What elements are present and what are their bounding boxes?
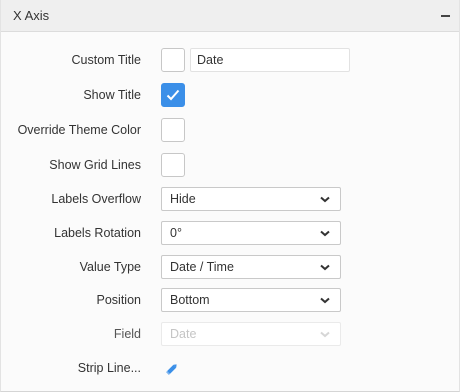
pencil-icon[interactable] xyxy=(165,362,179,376)
show-grid-lines-checkbox[interactable] xyxy=(161,153,185,177)
show-title-checkbox[interactable] xyxy=(161,83,185,107)
override-theme-color-checkbox[interactable] xyxy=(161,118,185,142)
checkmark-icon xyxy=(166,89,180,101)
chevron-down-icon xyxy=(320,196,330,203)
field-value: Date xyxy=(170,327,197,341)
custom-title-row: Custom Title Date xyxy=(1,48,459,72)
chevron-down-icon xyxy=(320,230,330,237)
minus-icon[interactable] xyxy=(441,15,450,17)
labels-rotation-select[interactable]: 0° xyxy=(161,221,341,245)
value-type-label: Value Type xyxy=(79,260,141,274)
labels-rotation-label: Labels Rotation xyxy=(54,226,141,240)
labels-overflow-value: Hide xyxy=(170,192,196,206)
position-label: Position xyxy=(96,293,141,307)
custom-title-checkbox[interactable] xyxy=(161,48,185,72)
position-value: Bottom xyxy=(170,293,210,307)
field-select: Date xyxy=(161,322,341,346)
labels-overflow-row: Labels Overflow Hide xyxy=(1,187,459,211)
strip-line-row: Strip Line... xyxy=(1,358,459,378)
field-row: Field Date xyxy=(1,322,459,346)
show-grid-lines-label: Show Grid Lines xyxy=(49,158,141,172)
labels-overflow-label: Labels Overflow xyxy=(51,192,141,206)
panel-title: X Axis xyxy=(13,8,50,23)
chevron-down-icon xyxy=(320,297,330,304)
chevron-down-icon xyxy=(320,264,330,271)
show-grid-lines-row: Show Grid Lines xyxy=(1,153,459,177)
value-type-row: Value Type Date / Time xyxy=(1,255,459,279)
show-title-label: Show Title xyxy=(83,88,141,102)
custom-title-label: Custom Title xyxy=(71,53,141,67)
show-title-row: Show Title xyxy=(1,83,459,107)
override-theme-color-row: Override Theme Color xyxy=(1,118,459,142)
chevron-down-icon xyxy=(320,331,330,338)
position-row: Position Bottom xyxy=(1,288,459,312)
value-type-select[interactable]: Date / Time xyxy=(161,255,341,279)
custom-title-input[interactable]: Date xyxy=(190,48,350,72)
labels-rotation-value: 0° xyxy=(170,226,182,240)
labels-overflow-select[interactable]: Hide xyxy=(161,187,341,211)
labels-rotation-row: Labels Rotation 0° xyxy=(1,221,459,245)
value-type-value: Date / Time xyxy=(170,260,234,274)
field-label: Field xyxy=(113,327,141,341)
override-theme-color-label: Override Theme Color xyxy=(17,123,141,137)
x-axis-panel: X Axis Custom Title Date Show Title Over… xyxy=(0,0,460,392)
strip-line-label: Strip Line... xyxy=(77,361,141,375)
position-select[interactable]: Bottom xyxy=(161,288,341,312)
panel-header[interactable]: X Axis xyxy=(1,0,459,32)
